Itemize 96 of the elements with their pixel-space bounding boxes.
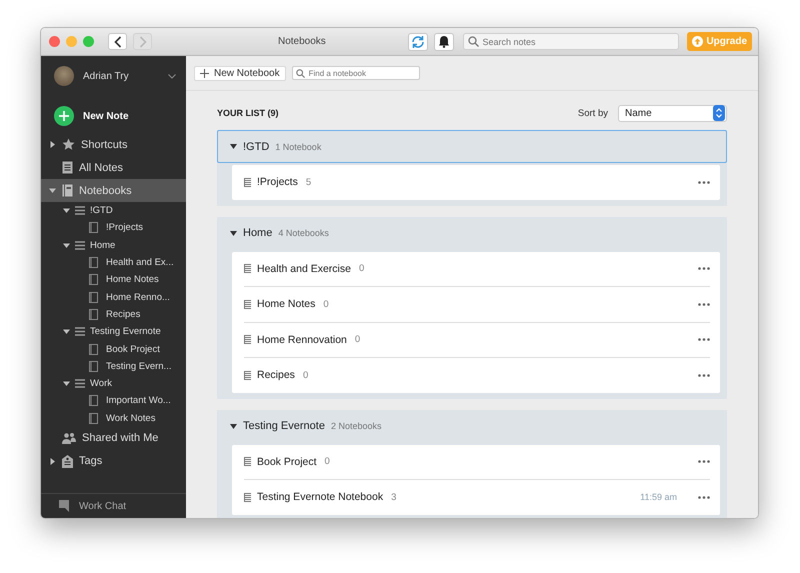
sidebar-item[interactable]: Notebooks: [41, 179, 186, 202]
stack-icon: [75, 240, 85, 250]
collapse-arrow-icon[interactable]: [63, 328, 70, 336]
notebook-row[interactable]: Testing Evernote Notebook 3 11:59 am: [244, 479, 710, 514]
sidebar-notebook-item[interactable]: Home Renno...: [41, 288, 186, 306]
notebook-icon: [244, 178, 251, 187]
sidebar-notebook-item[interactable]: Book Project: [41, 340, 186, 358]
bell-icon: [438, 35, 450, 48]
more-icon[interactable]: [698, 338, 710, 342]
sidebar-notebook-item[interactable]: Testing Evern...: [41, 358, 186, 375]
notifications-button[interactable]: [434, 32, 454, 50]
stack-icon: [75, 379, 85, 388]
chevron-down-icon: [168, 74, 176, 78]
collapse-arrow-icon[interactable]: [63, 207, 70, 214]
stepper-icon: [713, 105, 725, 121]
sort-label: Sort by: [578, 108, 608, 118]
expand-arrow-icon[interactable]: [49, 458, 56, 465]
more-icon[interactable]: [698, 302, 710, 306]
list-title: YOUR LIST (9): [217, 108, 280, 118]
stack-icon: [75, 327, 85, 336]
plus-icon: [200, 68, 209, 78]
notebook-icon: [62, 184, 73, 197]
notebook-icon: [89, 292, 98, 303]
notebook-row[interactable]: Home Notes 0: [244, 286, 710, 322]
expand-arrow-icon[interactable]: [49, 141, 56, 148]
modified-time: 11:59 am: [640, 492, 677, 502]
stack-icon: [75, 206, 85, 216]
sidebar-stack-item[interactable]: !GTD: [41, 202, 186, 220]
more-icon[interactable]: [698, 374, 710, 377]
notebook-row[interactable]: Home Rennovation 0: [244, 322, 710, 357]
star-icon: [62, 138, 75, 151]
notebook-icon: [89, 395, 98, 406]
notebook-icon: [89, 274, 98, 286]
notebook-row[interactable]: Health and Exercise 0: [244, 252, 710, 286]
notebook-row[interactable]: Book Project 0: [244, 444, 710, 479]
notebook-icon: [89, 222, 98, 234]
sidebar-notebook-item[interactable]: Important Wo...: [41, 392, 186, 410]
notebook-icon: [244, 335, 251, 344]
more-icon[interactable]: [698, 267, 710, 270]
notebook-row[interactable]: Recipes 0: [244, 357, 710, 392]
notebook-icon: [244, 457, 251, 466]
more-icon[interactable]: [698, 460, 710, 464]
notebook-icon: [89, 360, 98, 372]
sidebar-notebook-item[interactable]: Home Notes: [41, 271, 186, 288]
notebook-icon: [244, 492, 251, 502]
collapse-arrow-icon[interactable]: [63, 242, 70, 249]
tag-icon: [62, 454, 73, 468]
search-icon: [296, 68, 305, 78]
search-field[interactable]: Search notes: [463, 33, 680, 50]
caret-icon[interactable]: [230, 230, 237, 236]
sync-button[interactable]: [408, 32, 428, 50]
sync-icon: [411, 34, 426, 48]
sidebar-stack-item[interactable]: Home: [41, 236, 186, 254]
plus-icon: [54, 106, 74, 126]
sidebar-notebook-item[interactable]: !Projects: [41, 219, 186, 237]
more-icon[interactable]: [698, 496, 710, 499]
notebook-icon: [89, 412, 98, 424]
chevron-right-icon: [138, 36, 146, 48]
sidebar-stack-item[interactable]: Testing Evernote: [41, 323, 186, 340]
sidebar-notebook-item[interactable]: Health and Ex...: [41, 254, 186, 272]
search-icon: [468, 36, 480, 47]
chat-icon: [59, 500, 71, 512]
sidebar-notebook-item[interactable]: Recipes: [41, 306, 186, 324]
people-icon: [62, 432, 76, 444]
notebook-icon: [244, 370, 251, 380]
work-chat-item[interactable]: Work Chat: [41, 493, 186, 518]
stack-header[interactable]: !GTD 1 Notebook: [217, 130, 727, 163]
new-note-button[interactable]: New Note: [41, 101, 186, 131]
collapse-arrow-icon[interactable]: [63, 380, 70, 388]
more-icon[interactable]: [698, 180, 710, 184]
caret-icon[interactable]: [230, 424, 237, 428]
sidebar-item[interactable]: Tags: [41, 450, 186, 473]
note-icon: [62, 161, 73, 174]
sidebar-item[interactable]: Shared with Me: [41, 426, 186, 450]
sidebar-notebook-item[interactable]: Work Notes: [41, 410, 186, 427]
notebook-icon: [89, 257, 98, 268]
account-menu[interactable]: Adrian Try: [41, 56, 186, 96]
find-notebook-field[interactable]: Find a notebook: [292, 66, 420, 80]
sidebar-item[interactable]: Shortcuts: [41, 133, 186, 156]
stack-header[interactable]: Home 4 Notebooks: [217, 216, 727, 250]
back-button[interactable]: [108, 33, 127, 50]
stack-header[interactable]: Testing Evernote 2 Notebooks: [217, 410, 727, 442]
upgrade-icon: [692, 36, 704, 47]
sidebar-item[interactable]: All Notes: [41, 156, 186, 179]
window-title: Notebooks: [278, 36, 327, 47]
new-notebook-button[interactable]: New Notebook: [194, 66, 286, 80]
notebook-icon: [89, 344, 98, 355]
collapse-arrow-icon[interactable]: [49, 187, 56, 194]
caret-icon[interactable]: [230, 144, 237, 149]
sort-dropdown[interactable]: Name: [618, 104, 727, 122]
avatar: [54, 66, 74, 86]
notebook-icon: [244, 264, 251, 274]
chevron-left-icon: [114, 36, 122, 48]
sidebar-stack-item[interactable]: Work: [41, 374, 186, 392]
notebook-icon: [244, 300, 251, 309]
notebook-icon: [89, 308, 98, 320]
